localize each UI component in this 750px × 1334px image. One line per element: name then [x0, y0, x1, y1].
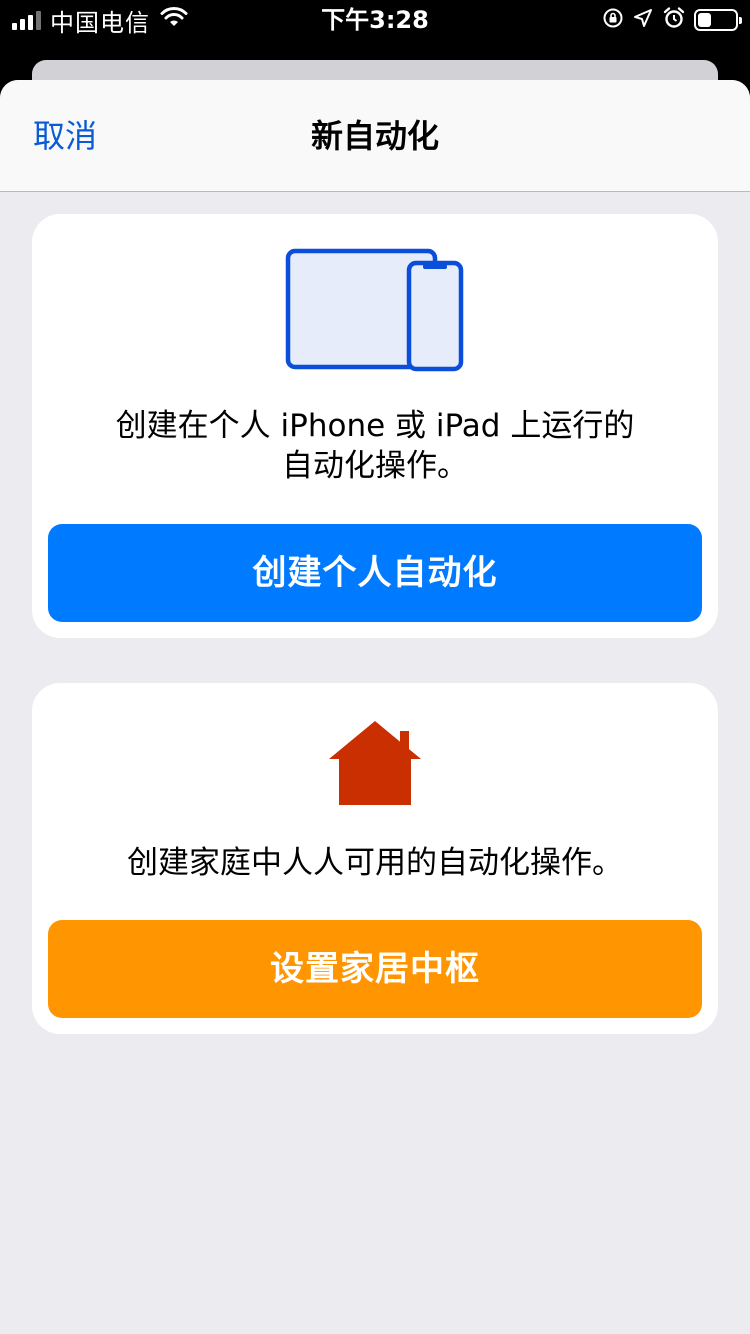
status-bar: 中国电信 下午3:28: [0, 0, 750, 40]
set-up-home-hub-button[interactable]: 设置家居中枢: [48, 920, 702, 1018]
location-icon: [632, 7, 654, 33]
create-personal-automation-button[interactable]: 创建个人自动化: [48, 524, 702, 622]
home-automation-description: 创建家庭中人人可用的自动化操作。: [127, 845, 623, 881]
description-line-1: 创建在个人 iPhone 或 iPad 上运行的: [115, 408, 635, 444]
alarm-icon: [662, 6, 686, 34]
description-line-2: 自动化操作。: [282, 448, 468, 484]
iphone-ipad-icon: [285, 248, 465, 376]
status-bar-right: [602, 5, 742, 35]
personal-automation-description: 创建在个人 iPhone 或 iPad 上运行的 自动化操作。: [32, 406, 718, 486]
page-title: 新自动化: [310, 117, 439, 155]
personal-automation-card: 创建在个人 iPhone 或 iPad 上运行的 自动化操作。 创建个人自动化: [32, 214, 718, 638]
navigation-bar: 取消 新自动化: [0, 80, 750, 192]
new-automation-sheet: 取消 新自动化 创建在个人 iPhone 或 iPad 上运行的 自动化操作。 …: [0, 80, 750, 1334]
battery-level: [698, 13, 711, 27]
orientation-lock-icon: [602, 7, 624, 33]
battery-icon: [694, 9, 742, 31]
home-automation-card: 创建家庭中人人可用的自动化操作。 设置家居中枢: [32, 683, 718, 1034]
house-icon: [327, 719, 423, 811]
